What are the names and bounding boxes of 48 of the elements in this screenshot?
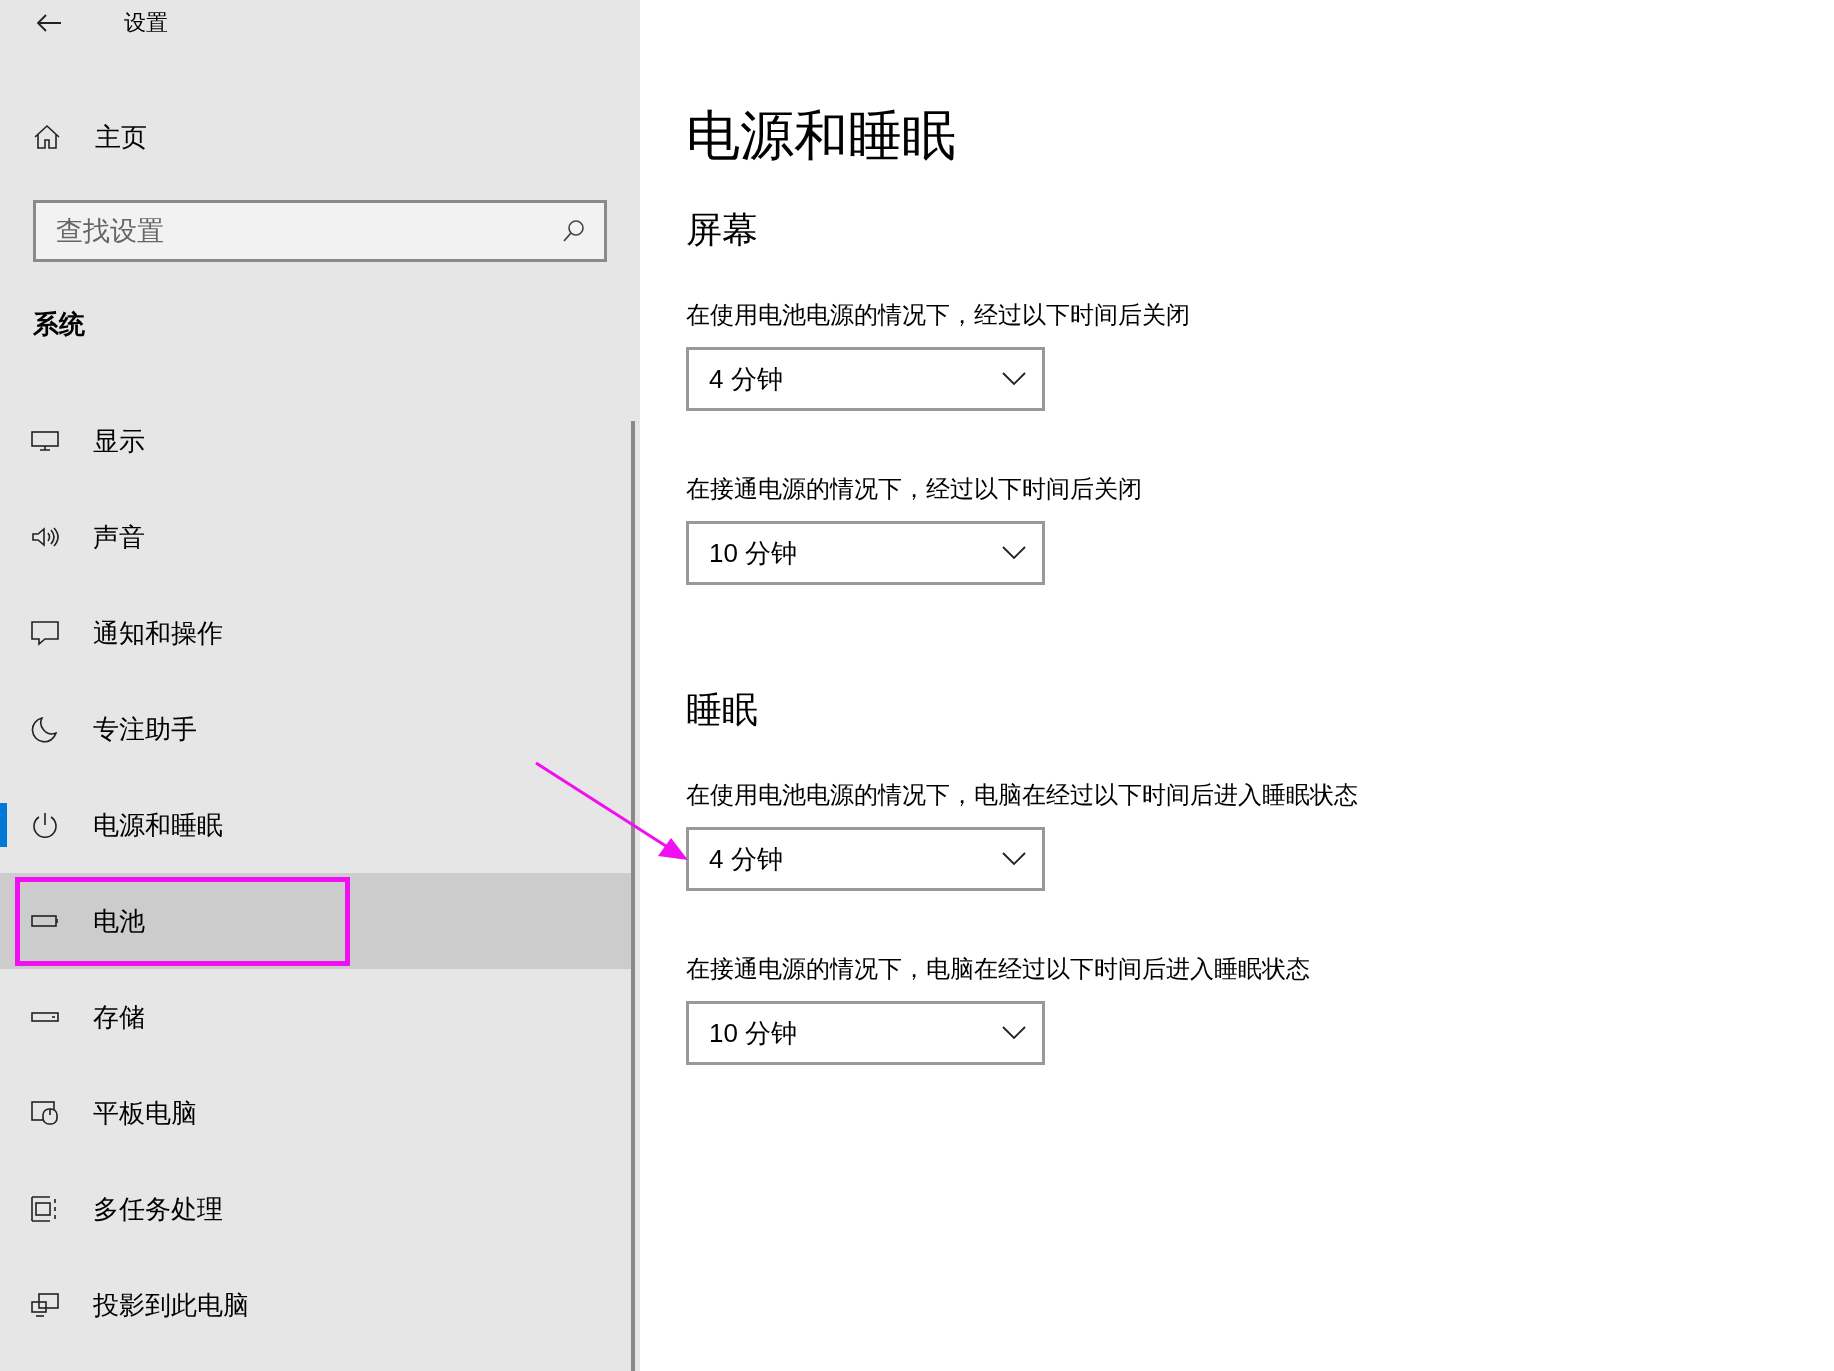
section-heading: 屏幕 (686, 208, 759, 252)
item-label: 存储 (93, 1000, 145, 1034)
page-title: 电源和睡眠 (686, 104, 957, 167)
sidebar-item[interactable]: 存储 (0, 969, 633, 1065)
item-label: 投影到此电脑 (93, 1288, 249, 1322)
item-label: 平板电脑 (93, 1096, 197, 1130)
sidebar-item[interactable]: 电池 (0, 873, 633, 969)
item-label: 通知和操作 (93, 616, 223, 650)
time-dropdown[interactable]: 4 分钟 (686, 827, 1045, 891)
sidebar-item[interactable]: 专注助手 (0, 681, 633, 777)
sidebar-item[interactable]: 平板电脑 (0, 1065, 633, 1161)
home-item[interactable]: 主页 (0, 89, 640, 185)
projector-icon (30, 1291, 60, 1319)
item-label: 多任务处理 (93, 1192, 223, 1226)
section-heading: 睡眠 (686, 688, 759, 732)
chevron-icon (1002, 1026, 1026, 1040)
sidebar-item[interactable]: 电源和睡眠 (0, 777, 633, 873)
message-icon (30, 619, 60, 647)
chevron-icon (1002, 546, 1026, 560)
section-heading: 系统 (33, 309, 86, 339)
setting-label: 在使用电池电源的情况下，电脑在经过以下时间后进入睡眠状态 (686, 780, 1359, 810)
setting-label: 在使用电池电源的情况下，经过以下时间后关闭 (686, 300, 1191, 330)
time-dropdown[interactable]: 10 分钟 (686, 521, 1045, 585)
time-dropdown[interactable]: 10 分钟 (686, 1001, 1045, 1065)
item-label: 专注助手 (93, 712, 197, 746)
setting-label: 在接通电源的情况下，经过以下时间后关闭 (686, 474, 1143, 504)
window-title: 设置 (124, 9, 168, 37)
home-icon (32, 123, 62, 151)
sidebar-item[interactable]: 多任务处理 (0, 1161, 633, 1257)
sidebar-item[interactable]: 投影到此电脑 (0, 1257, 633, 1353)
item-label: 显示 (93, 424, 145, 458)
setting-label: 在接通电源的情况下，电脑在经过以下时间后进入睡眠状态 (686, 954, 1311, 984)
sidebar-item[interactable]: 显示 (0, 393, 633, 489)
moon-icon (30, 715, 60, 743)
time-dropdown[interactable]: 4 分钟 (686, 347, 1045, 411)
sidebar-item[interactable]: 声音 (0, 489, 633, 585)
scrollbar[interactable] (631, 421, 635, 1371)
tablet-icon (30, 1099, 60, 1127)
search-icon (561, 218, 587, 244)
sidebar-item[interactable]: 通知和操作 (0, 585, 633, 681)
chevron-icon (1002, 852, 1026, 866)
power-icon (30, 811, 60, 839)
home-label: 主页 (95, 120, 147, 154)
chevron-icon (1002, 372, 1026, 386)
item-label: 电池 (93, 904, 145, 938)
item-label: 电源和睡眠 (93, 808, 223, 842)
search-field[interactable]: 查找设置 (33, 200, 607, 262)
item-label: 声音 (93, 520, 145, 554)
